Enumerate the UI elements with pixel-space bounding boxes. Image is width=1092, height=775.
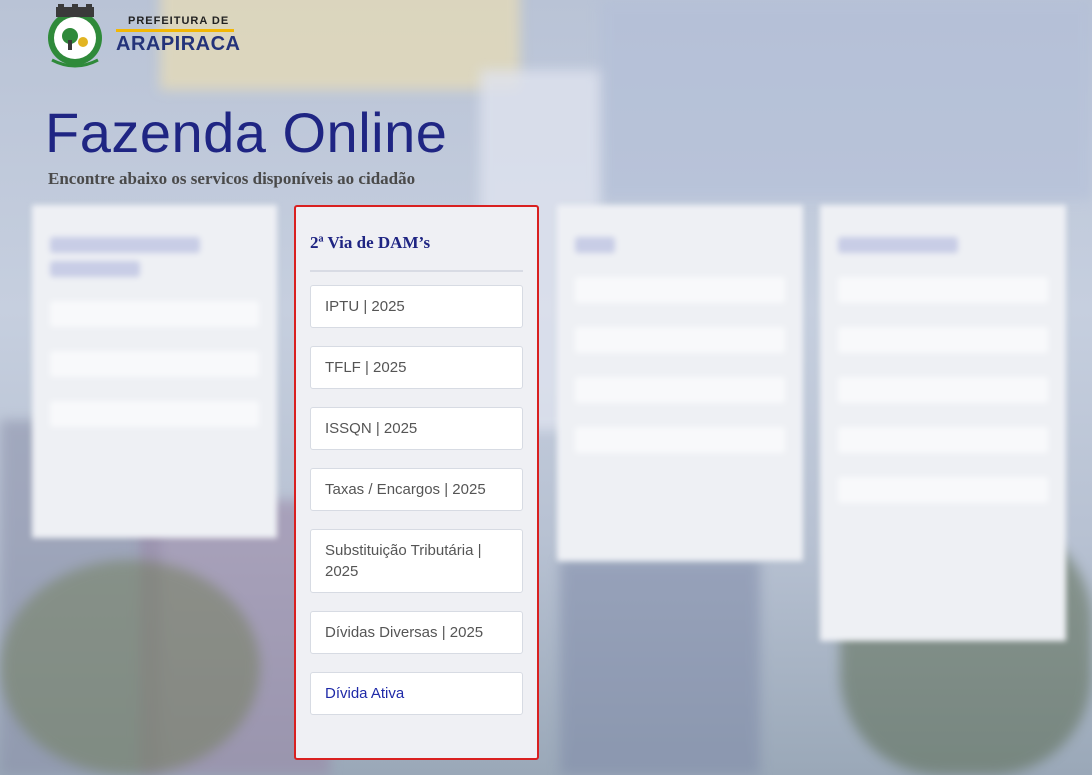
blurred-service-card bbox=[557, 205, 803, 561]
logo-accent-bar bbox=[116, 28, 234, 32]
prefeitura-logo[interactable]: PREFEITURA DE ARAPIRACA bbox=[42, 2, 241, 68]
dam-item-tflf[interactable]: TFLF | 2025 bbox=[310, 346, 523, 389]
dam-card-title: 2ª Via de DAM’s bbox=[310, 233, 431, 252]
divider bbox=[310, 270, 523, 272]
dam-item-substituicao-tributaria[interactable]: Substituição Tributária | 2025 bbox=[310, 529, 523, 593]
dam-item-taxas-encargos[interactable]: Taxas / Encargos | 2025 bbox=[310, 468, 523, 511]
dam-card: 2ª Via de DAM’s IPTU | 2025 TFLF | 2025 … bbox=[294, 205, 539, 760]
city-seal-icon bbox=[42, 2, 108, 68]
logo-city-name: ARAPIRACA bbox=[116, 32, 241, 55]
page-subtitle: Encontre abaixo os servicos disponíveis … bbox=[48, 169, 416, 188]
page-title: Fazenda Online bbox=[45, 101, 448, 164]
blurred-service-card bbox=[820, 205, 1066, 641]
dam-item-issqn[interactable]: ISSQN | 2025 bbox=[310, 407, 523, 450]
dam-item-dividas-diversas[interactable]: Dívidas Diversas | 2025 bbox=[310, 611, 523, 654]
dam-item-iptu[interactable]: IPTU | 2025 bbox=[310, 285, 523, 328]
blurred-service-card bbox=[32, 205, 277, 538]
dam-item-divida-ativa[interactable]: Dívida Ativa bbox=[310, 672, 523, 715]
logo-prefix: PREFEITURA DE bbox=[128, 14, 230, 27]
